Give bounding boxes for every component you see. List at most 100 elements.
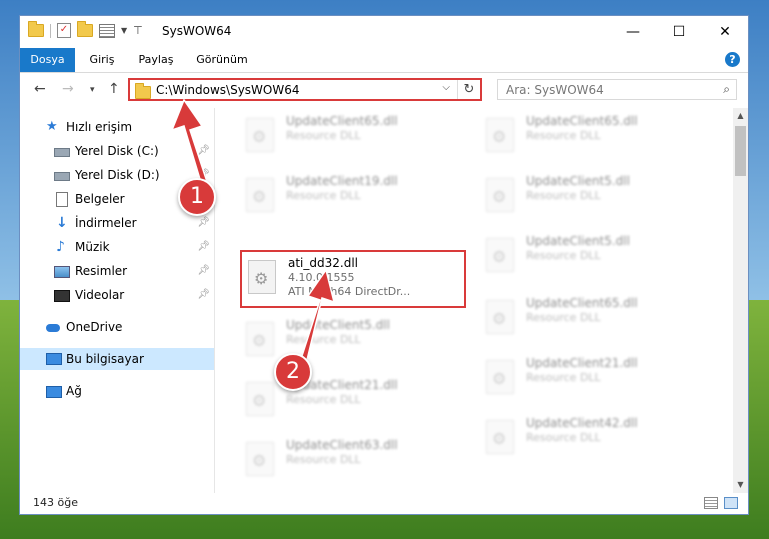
explorer-window: ✓ ▼ ⊤ SysWOW64 — ☐ ✕ Dosya Giriş Paylaş … (19, 15, 749, 515)
tiles-view-icon[interactable] (724, 497, 738, 509)
file-name: UpdateClient21.dll (526, 356, 638, 370)
tab-home[interactable]: Giriş (82, 48, 122, 72)
disk-icon (54, 148, 70, 157)
nav-item-onedrive[interactable]: OneDrive (20, 316, 214, 338)
nav-item-label: Bu bilgisayar (66, 352, 144, 366)
file-type: Resource DLL (526, 371, 601, 384)
file-tile[interactable]: UpdateClient5.dll Resource DLL (480, 170, 715, 222)
chevron-down-icon[interactable]: ⌵ (442, 82, 450, 93)
nav-item-label: Ağ (66, 384, 82, 398)
nav-item-downloads[interactable]: ↓ İndirmeler 📌︎ (20, 212, 214, 234)
ribbon: Dosya Giriş Paylaş Görünüm ? (20, 48, 748, 73)
scroll-down-icon[interactable]: ▼ (733, 477, 748, 493)
toolbar-dropdown-icon[interactable]: ▼ (121, 26, 127, 35)
nav-item-label: Belgeler (75, 192, 125, 206)
file-tile[interactable]: UpdateClient63.dll Resource DLL (240, 434, 475, 486)
file-tile[interactable]: UpdateClient65.dll Resource DLL (240, 110, 475, 162)
address-row: ← → ▾ ↑ C:\Windows\SysWOW64 ⌵ ↻ Ara: Sys… (20, 73, 748, 107)
nav-item-label: Videolar (75, 288, 125, 302)
vertical-scrollbar[interactable]: ▲ ▼ (733, 108, 748, 493)
nav-item-network[interactable]: Ağ (20, 380, 214, 402)
file-tile[interactable]: UpdateClient21.dll Resource DLL (480, 352, 715, 404)
nav-item-quick-access[interactable]: ★ Hızlı erişim (20, 116, 214, 138)
music-icon: ♪ (56, 239, 65, 255)
file-type: Resource DLL (286, 333, 361, 346)
search-input[interactable]: Ara: SysWOW64 ⌕ (497, 79, 737, 100)
dll-file-icon (486, 420, 514, 454)
dll-file-icon (486, 360, 514, 394)
nav-item-label: OneDrive (66, 320, 123, 334)
nav-item-videos[interactable]: Videolar 📌︎ (20, 284, 214, 306)
file-type: Resource DLL (526, 311, 601, 324)
search-placeholder: Ara: SysWOW64 (506, 83, 604, 97)
refresh-icon[interactable]: ↻ (457, 80, 480, 99)
nav-item-label: Yerel Disk (C:) (75, 144, 159, 158)
file-name: UpdateClient19.dll (286, 174, 398, 188)
nav-item-label: Resimler (75, 264, 128, 278)
scrollbar-thumb[interactable] (735, 126, 746, 176)
tab-file[interactable]: Dosya (20, 48, 75, 72)
forward-arrow-icon[interactable]: → (62, 81, 74, 97)
file-tile[interactable]: UpdateClient5.dll Resource DLL (240, 314, 475, 366)
item-count: 143 öğe (33, 496, 78, 509)
pane-divider[interactable] (214, 108, 215, 493)
address-path[interactable]: C:\Windows\SysWOW64 (156, 83, 300, 97)
minimize-button[interactable]: — (610, 16, 656, 48)
properties-icon[interactable] (99, 23, 115, 38)
file-name: UpdateClient65.dll (526, 114, 638, 128)
dll-file-icon (246, 178, 274, 212)
file-tile[interactable]: UpdateClient42.dll Resource DLL (480, 412, 715, 464)
pin-icon[interactable]: 📌︎ (197, 284, 210, 306)
maximize-button[interactable]: ☐ (656, 16, 702, 48)
close-button[interactable]: ✕ (702, 16, 748, 48)
toolbar-separator (50, 23, 51, 38)
new-folder-icon[interactable] (77, 21, 93, 37)
nav-item-this-pc[interactable]: Bu bilgisayar (20, 348, 214, 370)
tab-view[interactable]: Görünüm (192, 48, 252, 72)
download-icon: ↓ (56, 215, 68, 231)
properties-check-icon[interactable]: ✓ (57, 23, 71, 38)
document-icon (56, 192, 68, 207)
file-tile[interactable]: UpdateClient65.dll Resource DLL (480, 110, 715, 162)
pin-icon[interactable]: 📌︎ (197, 260, 210, 282)
star-icon: ★ (46, 119, 58, 134)
nav-item-label: Yerel Disk (D:) (75, 168, 160, 182)
dll-file-icon (246, 118, 274, 152)
dll-file-icon (486, 238, 514, 272)
quick-access-toolbar: ✓ ▼ ⊤ (28, 21, 143, 38)
file-tile[interactable]: UpdateClient19.dll Resource DLL (240, 170, 475, 222)
details-view-icon[interactable] (704, 497, 718, 509)
dll-file-icon (486, 118, 514, 152)
address-bar[interactable]: C:\Windows\SysWOW64 ⌵ ↻ (128, 78, 482, 101)
file-tile[interactable]: UpdateClient21.dll Resource DLL (240, 374, 475, 426)
file-tile[interactable]: UpdateClient65.dll Resource DLL (480, 292, 715, 344)
scroll-up-icon[interactable]: ▲ (733, 108, 748, 124)
cloud-icon (46, 324, 60, 332)
file-name: UpdateClient63.dll (286, 438, 398, 452)
step-badge-2: 2 (274, 353, 312, 391)
help-icon[interactable]: ? (725, 52, 740, 67)
highlight-box (240, 250, 466, 308)
nav-item-pictures[interactable]: Resimler 📌︎ (20, 260, 214, 282)
nav-item-disk-c[interactable]: Yerel Disk (C:) 📌︎ (20, 140, 214, 162)
search-icon[interactable]: ⌕ (723, 82, 730, 97)
file-name: UpdateClient5.dll (526, 234, 630, 248)
customize-toolbar-icon[interactable]: ⊤ (133, 24, 143, 37)
nav-item-music[interactable]: ♪ Müzik 📌︎ (20, 236, 214, 258)
dll-file-icon (486, 300, 514, 334)
status-bar: 143 öğe (20, 493, 748, 514)
nav-item-label: Hızlı erişim (66, 120, 133, 134)
up-arrow-icon[interactable]: ↑ (108, 81, 120, 97)
file-type: Resource DLL (526, 249, 601, 262)
pin-icon[interactable]: 📌︎ (197, 140, 210, 162)
disk-icon (54, 172, 70, 181)
title-bar: ✓ ▼ ⊤ SysWOW64 — ☐ ✕ (20, 16, 748, 48)
recent-locations-icon[interactable]: ▾ (90, 85, 95, 95)
tab-share[interactable]: Paylaş (132, 48, 180, 72)
computer-icon (46, 353, 62, 365)
file-type: Resource DLL (526, 189, 601, 202)
pin-icon[interactable]: 📌︎ (197, 236, 210, 258)
file-name: UpdateClient65.dll (286, 114, 398, 128)
back-arrow-icon[interactable]: ← (34, 81, 46, 97)
file-tile[interactable]: UpdateClient5.dll Resource DLL (480, 230, 715, 282)
